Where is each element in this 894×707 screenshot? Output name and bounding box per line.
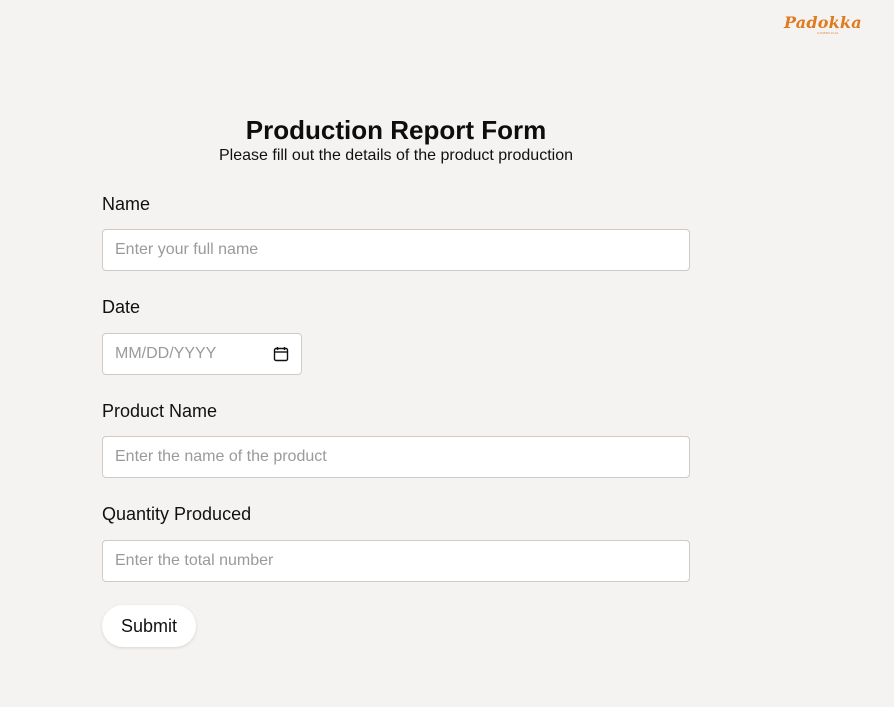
calendar-icon[interactable] — [273, 346, 289, 362]
date-label: Date — [102, 297, 141, 317]
product-name-label: Product Name — [102, 401, 218, 421]
page-title: Production Report Form — [245, 115, 547, 145]
name-label: Name — [102, 194, 151, 214]
date-placeholder: MM/DD/YYYY — [115, 345, 217, 362]
quantity-input[interactable] — [102, 540, 690, 582]
brand-logo: Padokka KOMBUCHA — [784, 14, 872, 38]
submit-button[interactable]: Submit — [102, 605, 196, 647]
brand-logo-text: Padokka — [784, 13, 862, 32]
name-input[interactable] — [102, 229, 690, 271]
date-input[interactable]: MM/DD/YYYY — [102, 333, 302, 375]
calendar-icon-graphic — [273, 347, 289, 362]
product-name-input[interactable] — [102, 436, 690, 478]
quantity-label: Quantity Produced — [102, 504, 252, 524]
page-subtitle: Please fill out the details of the produ… — [219, 147, 573, 164]
form-header: Production Report Form Please fill out t… — [0, 114, 792, 166]
